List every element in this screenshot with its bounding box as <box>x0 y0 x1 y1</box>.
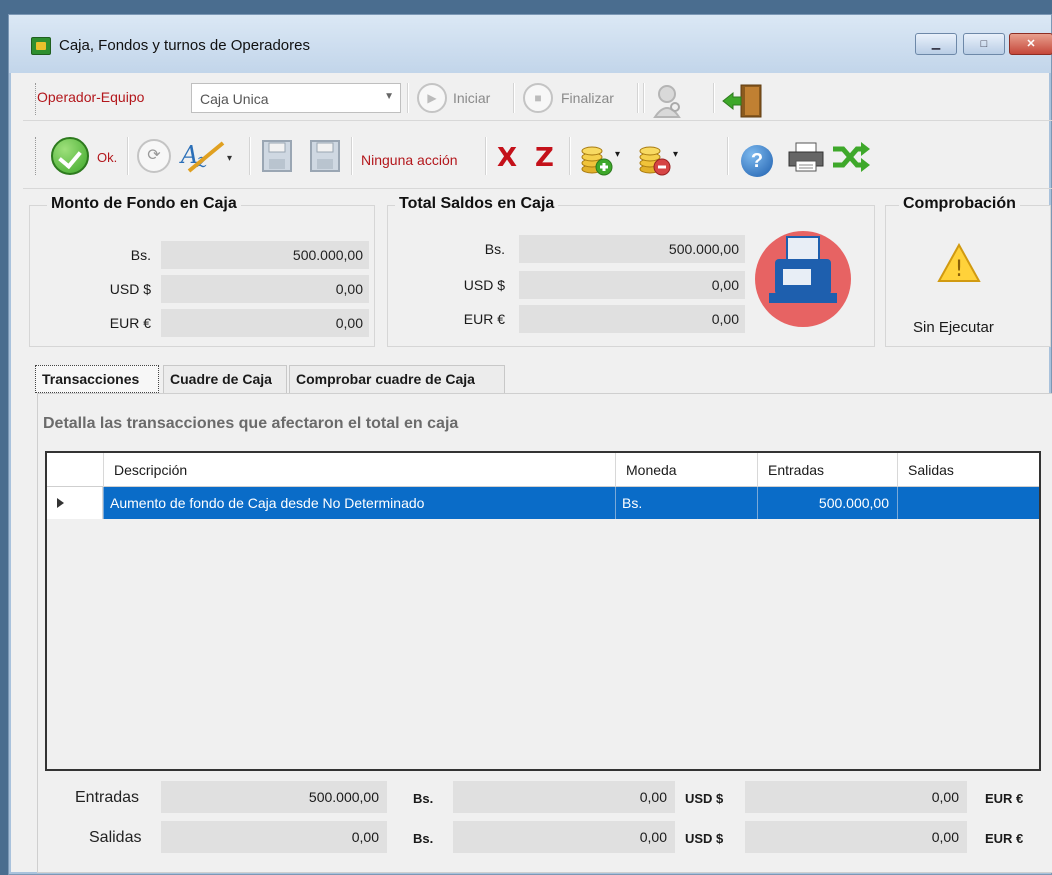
help-icon[interactable]: ? <box>741 145 773 177</box>
stop-icon[interactable]: ■ <box>523 83 553 113</box>
transactions-description: Detalla las transacciones que afectaron … <box>43 415 459 432</box>
save-as-icon[interactable] <box>261 139 293 173</box>
toolbar-divider <box>643 83 645 113</box>
salidas-label: Salidas <box>89 829 142 846</box>
tab-transacciones[interactable]: Transacciones <box>35 365 159 393</box>
column-header-salidas[interactable]: Salidas <box>897 453 1039 487</box>
toolbar-divider <box>351 137 353 175</box>
totals-value-bs[interactable]: 500.000,00 <box>519 235 745 263</box>
entradas-usd-value[interactable]: 0,00 <box>453 781 675 813</box>
spellcheck-icon[interactable]: A z ▾ <box>179 137 239 175</box>
column-header-moneda[interactable]: Moneda <box>615 453 757 487</box>
play-icon[interactable]: ▶ <box>417 83 447 113</box>
z-report-button[interactable]: Z <box>535 143 554 173</box>
totals-currency-label: Bs. <box>484 241 505 257</box>
check-panel-title: Comprobación <box>899 195 1020 213</box>
tab-comprobar-cuadre[interactable]: Comprobar cuadre de Caja <box>289 365 505 393</box>
cell-descripcion[interactable]: Aumento de fondo de Caja desde No Determ… <box>103 487 615 519</box>
operator-label: Operador-Equipo <box>37 89 145 105</box>
entradas-usd-currency: USD $ <box>685 791 724 806</box>
totals-currency-label: EUR € <box>463 311 505 327</box>
salidas-eur-value[interactable]: 0,00 <box>745 821 967 853</box>
x-report-button[interactable]: X <box>497 143 517 173</box>
salidas-usd-value[interactable]: 0,00 <box>453 821 675 853</box>
toolbar-divider <box>249 137 251 175</box>
main-window: Caja, Fondos y turnos de Operadores ▁ □ … <box>8 14 1052 875</box>
svg-text:▾: ▾ <box>227 153 232 164</box>
tab-cuadre-de-caja[interactable]: Cuadre de Caja <box>163 365 287 393</box>
salidas-eur-currency: EUR € <box>985 831 1024 846</box>
minimize-button[interactable]: ▁ <box>915 33 957 55</box>
transactions-table[interactable]: Descripción Moneda Entradas Salidas Aume… <box>45 451 1041 771</box>
table-row[interactable]: Aumento de fondo de Caja desde No Determ… <box>47 487 1039 519</box>
toolbar-divider <box>569 137 571 175</box>
toolbar-divider <box>485 137 487 175</box>
printer-icon[interactable] <box>787 141 825 173</box>
fund-value-bs[interactable]: 500.000,00 <box>161 241 369 269</box>
add-coins-icon[interactable] <box>579 139 613 177</box>
fund-currency-label: EUR € <box>109 315 151 331</box>
warning-icon: ! <box>937 243 981 282</box>
chevron-down-icon[interactable]: ▾ <box>615 149 620 160</box>
title-bar[interactable]: Caja, Fondos y turnos de Operadores ▁ □ … <box>9 15 1052 73</box>
salidas-bs-currency: Bs. <box>413 831 434 846</box>
fund-currency-label: Bs. <box>130 247 151 263</box>
salidas-usd-currency: USD $ <box>685 831 724 846</box>
column-header-descripcion[interactable]: Descripción <box>103 453 615 487</box>
chevron-down-icon[interactable]: ▾ <box>673 149 678 160</box>
check-status: Sin Ejecutar <box>913 319 994 336</box>
finish-button[interactable]: Finalizar <box>561 90 614 106</box>
row-indicator-arrow-icon <box>47 487 103 519</box>
close-button[interactable]: ✕ <box>1009 33 1052 55</box>
exit-door-icon[interactable] <box>721 83 769 119</box>
toolbar-divider <box>513 83 515 113</box>
cell-entradas[interactable]: 500.000,00 <box>757 487 897 519</box>
toolbar-divider <box>727 137 729 175</box>
fund-value-eur[interactable]: 0,00 <box>161 309 369 337</box>
warning-glyph: ! <box>955 257 964 282</box>
fund-currency-label: USD $ <box>109 281 151 297</box>
action-status-text: Ninguna acción <box>361 152 458 168</box>
toolbar-divider <box>713 83 715 113</box>
cell-salidas[interactable] <box>897 487 1039 519</box>
salidas-bs-value[interactable]: 0,00 <box>161 821 387 853</box>
entradas-bs-value[interactable]: 500.000,00 <box>161 781 387 813</box>
chevron-down-icon: ▼ <box>384 91 394 102</box>
refresh-icon[interactable]: ⟳ <box>137 139 171 173</box>
toolbar-divider <box>127 137 129 175</box>
operator-toolbar: Operador-Equipo Caja Unica ▼ ▶ Iniciar ■… <box>23 75 1052 121</box>
toolbar-divider <box>637 83 639 113</box>
operator-combo-value: Caja Unica <box>200 91 269 107</box>
toolbar-divider <box>407 83 409 113</box>
remove-coins-icon[interactable] <box>637 139 671 177</box>
check-circle-icon[interactable] <box>51 137 89 175</box>
totals-value-eur[interactable]: 0,00 <box>519 305 745 333</box>
cell-moneda[interactable]: Bs. <box>615 487 757 519</box>
fund-panel-title: Monto de Fondo en Caja <box>47 195 241 213</box>
entradas-eur-currency: EUR € <box>985 791 1024 806</box>
cash-register-app-icon <box>31 37 51 55</box>
operator-combo[interactable]: Caja Unica ▼ <box>191 83 401 113</box>
entradas-label: Entradas <box>75 789 140 806</box>
totals-panel-title: Total Saldos en Caja <box>395 195 559 213</box>
entradas-eur-value[interactable]: 0,00 <box>745 781 967 813</box>
ok-button[interactable]: Ok. <box>97 150 117 165</box>
totals-value-usd[interactable]: 0,00 <box>519 271 745 299</box>
cash-register-icon <box>755 231 851 327</box>
start-button[interactable]: Iniciar <box>453 90 490 106</box>
fund-value-usd[interactable]: 0,00 <box>161 275 369 303</box>
totals-currency-label: USD $ <box>463 277 505 293</box>
toolbar-grip <box>35 83 36 115</box>
column-header-entradas[interactable]: Entradas <box>757 453 897 487</box>
window-title: Caja, Fondos y turnos de Operadores <box>59 37 310 54</box>
maximize-button[interactable]: □ <box>963 33 1005 55</box>
entradas-bs-currency: Bs. <box>413 791 434 806</box>
user-key-icon[interactable] <box>653 83 683 119</box>
toolbar-grip <box>35 137 36 175</box>
table-header: Descripción Moneda Entradas Salidas <box>47 453 1039 487</box>
shuffle-icon[interactable] <box>831 141 871 173</box>
action-toolbar: Ok. ⟳ A z ▾ Ninguna acción X Z <box>23 123 1052 189</box>
save-icon[interactable] <box>309 139 341 173</box>
